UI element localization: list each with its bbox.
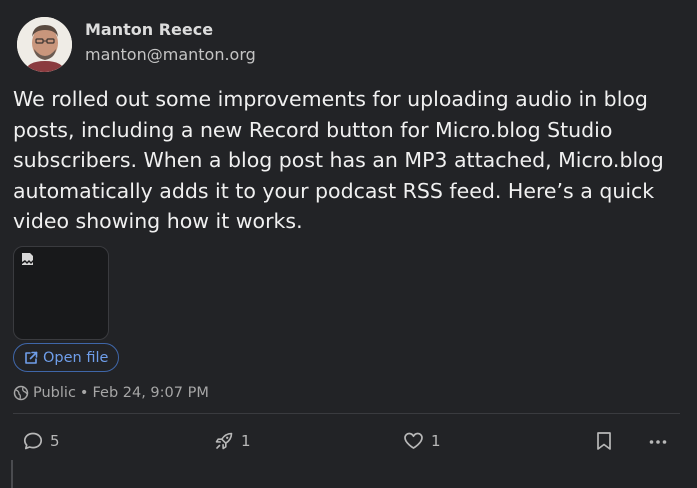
reply-button[interactable]: 5 xyxy=(23,431,60,451)
heart-icon xyxy=(404,432,423,449)
external-link-icon xyxy=(25,351,38,364)
avatar-photo xyxy=(17,17,72,72)
thread-line xyxy=(11,460,13,488)
likes-count: 1 xyxy=(431,432,441,450)
avatar[interactable] xyxy=(17,17,72,72)
more-options-button[interactable] xyxy=(648,432,668,452)
divider xyxy=(13,413,680,414)
post-card: Manton Reece manton@manton.org We rolled… xyxy=(0,0,697,488)
boosts-count: 1 xyxy=(241,432,251,450)
globe-icon xyxy=(13,385,29,401)
author-handle[interactable]: manton@manton.org xyxy=(85,45,256,64)
more-icon xyxy=(649,440,667,444)
broken-image-icon xyxy=(22,253,33,265)
visibility-label: Public xyxy=(33,385,76,401)
bookmark-icon xyxy=(597,432,611,450)
open-file-button[interactable]: Open file xyxy=(13,343,120,372)
bookmark-button[interactable] xyxy=(595,431,613,451)
boost-button[interactable]: 1 xyxy=(214,431,251,451)
replies-count: 5 xyxy=(50,432,60,450)
post-meta: Public • Feb 24, 9:07 PM xyxy=(13,385,209,401)
like-button[interactable]: 1 xyxy=(403,431,441,451)
meta-separator: • xyxy=(79,385,89,401)
reply-icon xyxy=(23,432,43,450)
author-name[interactable]: Manton Reece xyxy=(85,20,213,39)
open-file-label: Open file xyxy=(43,349,109,366)
rocket-icon xyxy=(215,432,233,450)
media-attachment[interactable] xyxy=(13,246,109,340)
post-text: We rolled out some improvements for uplo… xyxy=(13,87,664,233)
post-timestamp[interactable]: Feb 24, 9:07 PM xyxy=(92,385,208,401)
